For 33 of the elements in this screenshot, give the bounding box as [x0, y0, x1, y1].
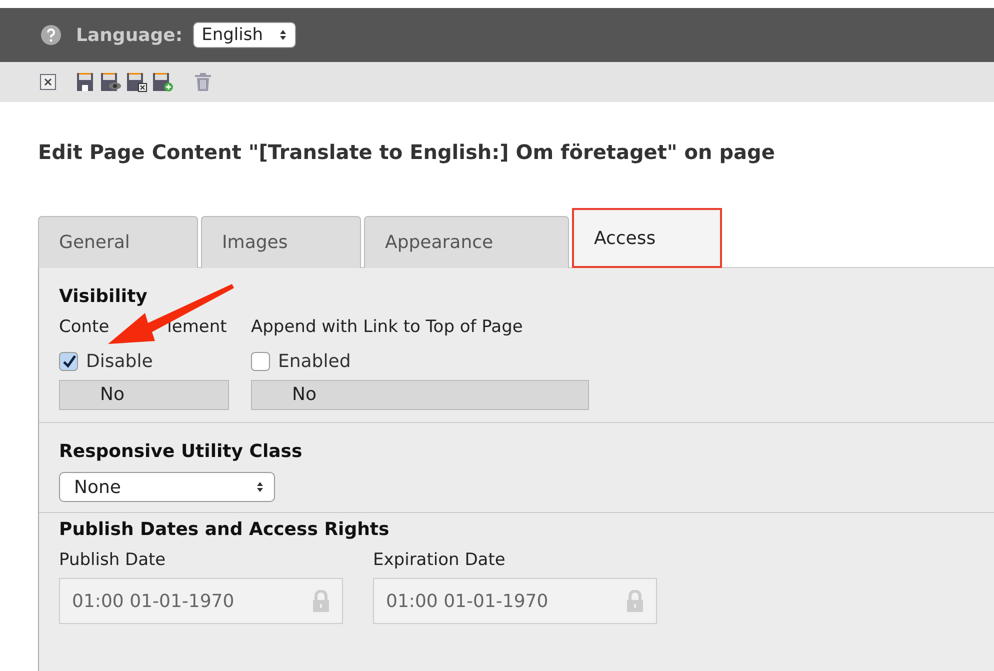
section-heading: Visibility: [59, 286, 148, 307]
save-new-icon[interactable]: [152, 72, 174, 92]
tab[interactable]: Appearance: [364, 216, 569, 268]
language-select[interactable]: English: [192, 22, 296, 48]
value-display: No: [251, 380, 589, 410]
updown-icon: [278, 29, 287, 41]
checkbox[interactable]: [251, 352, 270, 371]
field-label: Conte: [59, 317, 110, 337]
language-label: Language:: [76, 24, 183, 46]
checkmark-icon: [62, 354, 76, 368]
date-field[interactable]: 01:00 01-01-1970: [373, 578, 657, 624]
field-label: Expiration Date: [373, 550, 506, 570]
date-field[interactable]: 01:00 01-01-1970: [59, 578, 343, 624]
updown-icon: [256, 481, 264, 493]
field-label: lement: [167, 317, 227, 337]
save-icon[interactable]: [76, 72, 96, 92]
checkbox-option[interactable]: Disable: [59, 351, 229, 372]
tab[interactable]: Images: [201, 216, 361, 268]
checkbox-option[interactable]: Enabled: [251, 351, 589, 372]
field-label: Publish Date: [59, 550, 167, 570]
help-icon[interactable]: [40, 24, 62, 46]
class-select[interactable]: None: [59, 472, 275, 502]
close-icon[interactable]: [40, 74, 56, 90]
section-heading: Publish Dates and Access Rights: [59, 519, 390, 540]
save-view-icon[interactable]: [100, 72, 122, 92]
tab[interactable]: General: [38, 216, 198, 268]
section-heading: Responsive Utility Class: [59, 441, 304, 462]
page-title: Edit Page Content "[Translate to English:] Om företaget" on page: [38, 139, 776, 166]
field-label: Append with Link to Top of Page: [251, 317, 524, 337]
value-display: No: [59, 380, 229, 410]
checkbox[interactable]: [59, 352, 78, 371]
tab[interactable]: Access: [572, 208, 722, 268]
save-close-icon[interactable]: [126, 72, 148, 92]
